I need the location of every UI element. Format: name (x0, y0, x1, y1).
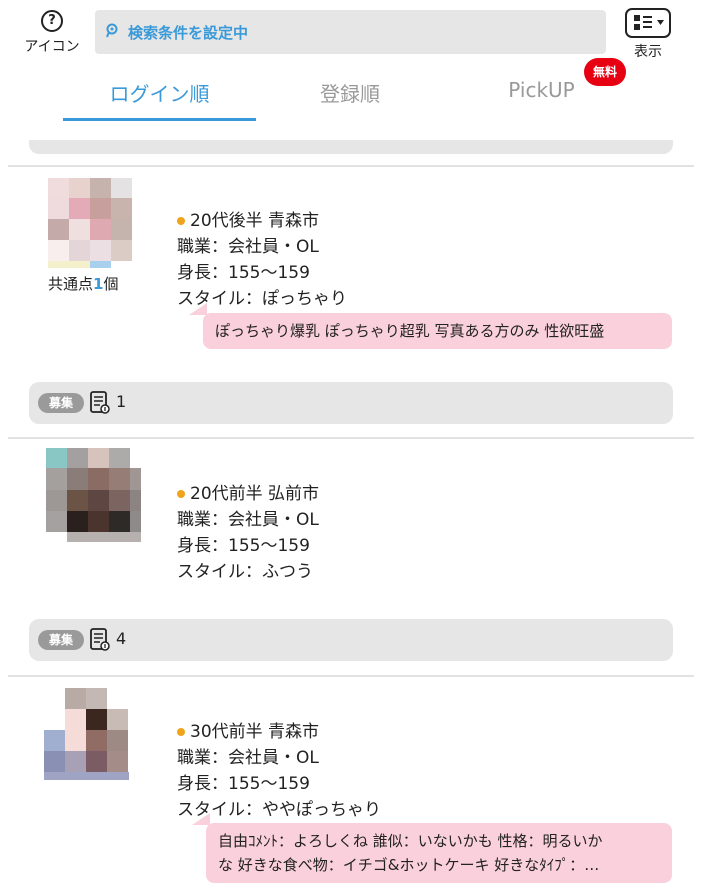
recruit-badge: 募集 (38, 630, 84, 650)
common-suffix: 個 (103, 275, 119, 293)
view-mode-button[interactable]: 表示 (624, 8, 672, 61)
user-card[interactable]: 20代前半 弘前市 職業：会社員・OL 身長：155〜159 スタイル：ふつう … (0, 439, 704, 675)
comment-bubble: 自由ｺﾒﾝﾄ：よろしくね 誰似：いないかも 性格：明るいか な 好きな食べ物：イ… (192, 813, 672, 883)
view-mode-label: 表示 (634, 44, 662, 60)
age-area: 30代前半 青森市 (190, 722, 320, 742)
user-info: 20代後半 青森市 職業：会社員・OL 身長：155〜159 スタイル：ぽっちゃ… (177, 208, 347, 312)
list-view-icon (625, 8, 671, 38)
recruit-bar[interactable]: 募集 4 (29, 619, 673, 661)
free-badge: 無料 (584, 58, 626, 86)
style: スタイル：ふつう (177, 562, 313, 582)
avatar[interactable] (48, 178, 132, 268)
height: 身長：155〜159 (177, 263, 310, 283)
map-pin-icon (106, 23, 118, 38)
search-condition-text: 検索条件を設定中 (128, 24, 249, 42)
comment-bubble: ぽっちゃり爆乳 ぽっちゃり超乳 写真ある方のみ 性欲旺盛 (189, 303, 672, 349)
header: ? アイコン 検索条件を設定中 表示 (0, 0, 704, 60)
age-area: 20代前半 弘前市 (190, 484, 320, 504)
online-status-dot (177, 217, 185, 225)
previous-recruit-bar (29, 140, 673, 154)
height: 身長：155〜159 (177, 536, 310, 556)
job: 職業：会社員・OL (177, 237, 319, 257)
common-prefix: 共通点 (48, 275, 94, 293)
board-post-icon (90, 391, 110, 414)
job: 職業：会社員・OL (177, 510, 319, 530)
user-info: 30代前半 青森市 職業：会社員・OL 身長：155〜159 スタイル：ややぽっ… (177, 719, 381, 823)
common-count: 1 (93, 275, 104, 293)
online-status-dot (177, 728, 185, 736)
avatar[interactable] (46, 448, 141, 542)
height: 身長：155〜159 (177, 774, 310, 794)
recruit-count: 1 (116, 392, 127, 411)
user-card[interactable]: 30代前半 青森市 職業：会社員・OL 身長：155〜159 スタイル：ややぽっ… (0, 677, 704, 891)
comment-line: な 好きな食べ物：イチゴ&ホットケーキ 好きなﾀｲﾌﾟ：… (218, 856, 600, 874)
tab-login-order[interactable]: ログイン順 (63, 78, 256, 107)
common-points: 共通点1個 (48, 273, 118, 294)
avatar[interactable] (44, 688, 129, 780)
user-card[interactable]: 共通点1個 20代後半 青森市 職業：会社員・OL 身長：155〜159 スタイ… (0, 167, 704, 437)
recruit-badge: 募集 (38, 393, 84, 413)
comment-line: 自由ｺﾒﾝﾄ：よろしくね 誰似：いないかも 性格：明るいか (218, 832, 603, 850)
age-area: 20代後半 青森市 (190, 211, 320, 231)
active-tab-indicator (63, 118, 256, 121)
question-circle-icon: ? (41, 10, 63, 32)
board-post-icon (90, 628, 110, 651)
icon-display-button[interactable]: ? アイコン (20, 10, 84, 56)
user-info: 20代前半 弘前市 職業：会社員・OL 身長：155〜159 スタイル：ふつう (177, 481, 319, 585)
online-status-dot (177, 490, 185, 498)
job: 職業：会社員・OL (177, 748, 319, 768)
search-condition-bar[interactable]: 検索条件を設定中 (95, 10, 606, 54)
tab-register-order[interactable]: 登録順 (255, 78, 445, 107)
icon-button-label: アイコン (24, 39, 80, 55)
recruit-count: 4 (116, 629, 127, 648)
recruit-bar[interactable]: 募集 1 (29, 382, 673, 424)
comment-line: ぽっちゃり爆乳 ぽっちゃり超乳 写真ある方のみ 性欲旺盛 (215, 322, 605, 340)
